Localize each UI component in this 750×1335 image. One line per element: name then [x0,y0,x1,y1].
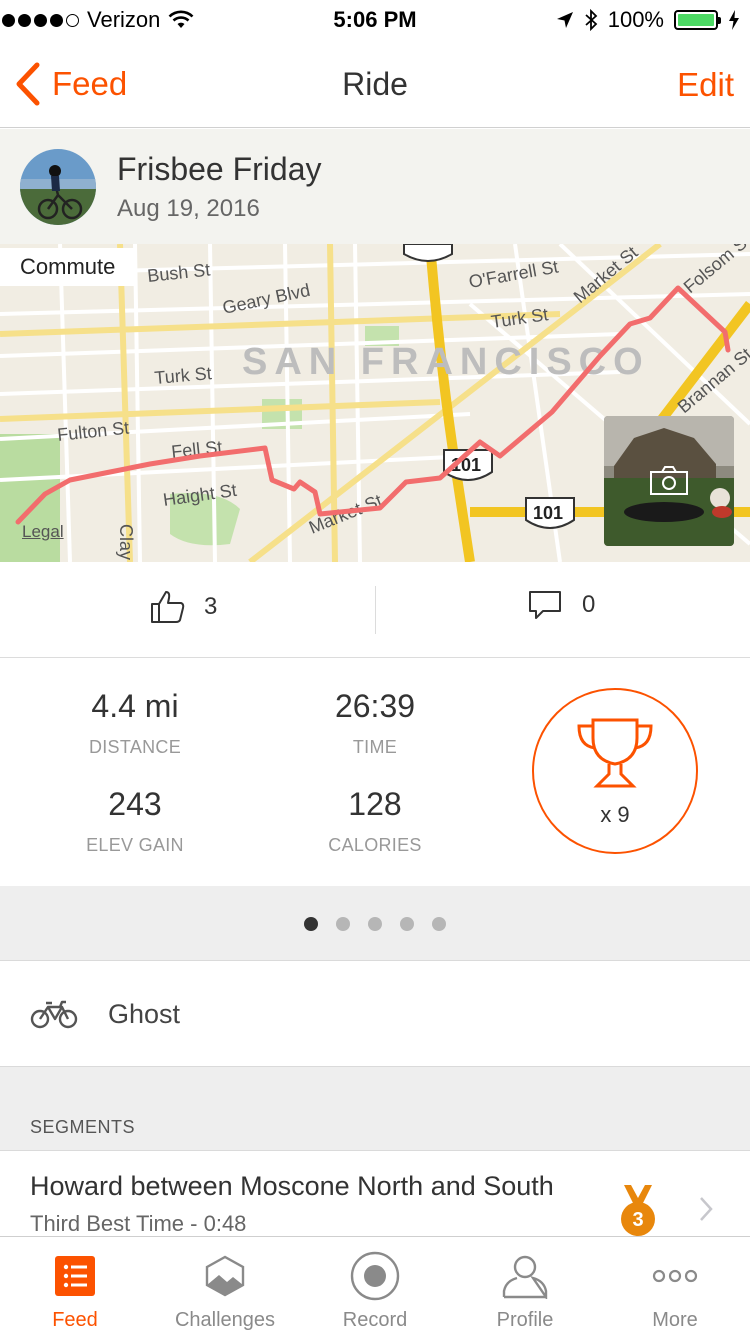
kudos-count: 3 [204,593,218,620]
page-dot[interactable] [400,917,414,931]
achievement-count: x 9 [600,802,630,827]
tab-record[interactable]: Record [300,1237,450,1335]
svg-text:Turk St: Turk St [490,304,550,332]
tab-feed[interactable]: Feed [0,1237,150,1335]
profile-icon [450,1251,600,1301]
stat-distance: 4.4 mi DISTANCE [15,688,255,758]
route-map[interactable]: SAN FRANCISCO Bush St Geary Blvd O'Farre… [0,244,750,562]
medal-rank: 3 [632,1209,643,1231]
thumbs-up-icon [151,591,185,623]
svg-text:Geary Blvd: Geary Blvd [221,280,312,318]
elevation-value: 243 [108,786,162,822]
map-legal-link[interactable]: Legal [22,522,64,542]
page-dot[interactable] [432,917,446,931]
edit-button[interactable]: Edit [677,66,734,104]
commute-tag: Commute [0,248,136,286]
bicycle-icon [30,1000,78,1029]
athlete-avatar[interactable] [20,149,96,225]
stat-calories: 128 CALORIES [255,786,495,856]
distance-label: DISTANCE [88,737,182,757]
svg-text:Folsom St: Folsom St [680,244,750,297]
svg-text:SAN FRANCISCO: SAN FRANCISCO [242,341,650,383]
page-title: Ride [342,66,408,102]
svg-text:Bush St: Bush St [146,259,211,285]
avatar-photo [20,149,96,225]
stat-elevation: 243 ELEV GAIN [15,786,255,856]
divider [375,586,376,634]
tab-label: Record [342,1309,408,1331]
medal-icon: 3 [618,1185,658,1237]
activity-date: Aug 19, 2016 [117,195,260,222]
tab-profile[interactable]: Profile [450,1237,600,1335]
bluetooth-icon [585,8,598,32]
record-icon [300,1251,450,1301]
tab-label: More [652,1309,698,1331]
tab-label: Feed [52,1309,98,1331]
tab-more[interactable]: More [600,1237,750,1335]
charging-icon [729,10,739,30]
svg-text:Clay: Clay [116,524,136,560]
segments-title: SEGMENTS [30,1117,136,1137]
battery-icon [674,10,721,30]
chevron-right-icon [700,1197,713,1221]
distance-value: 4.4 mi [91,688,179,724]
page-dot[interactable] [368,917,382,931]
segment-name: Howard between Moscone North and South [30,1171,554,1201]
achievements-button[interactable]: x 9 [532,688,698,854]
battery-percent: 100% [607,7,664,32]
ghost-row[interactable]: Ghost [0,961,750,1067]
page-indicator[interactable] [0,917,750,931]
stats-pager [0,886,750,961]
segment-row[interactable]: Howard between Moscone North and South T… [0,1151,750,1237]
page-dot[interactable] [336,917,350,931]
tab-label: Challenges [174,1309,276,1331]
kudos-button[interactable]: 3 [150,590,217,624]
feed-icon [0,1251,150,1301]
tab-label: Profile [496,1309,554,1331]
calories-label: CALORIES [328,835,422,855]
status-right: 100% [556,7,740,33]
ghost-label: Ghost [108,999,181,1029]
nav-bar: Feed Ride Edit [0,40,750,128]
tab-challenges[interactable]: Challenges [150,1237,300,1335]
activity-stats: 4.4 mi DISTANCE 26:39 TIME 243 ELEV GAIN… [0,658,750,886]
activity-photo-thumbnail[interactable] [604,416,734,546]
svg-text:101: 101 [533,503,563,523]
camera-icon [650,466,688,495]
comments-button[interactable]: 0 [528,590,595,620]
status-bar: Verizon 5:06 PM 100% [0,0,750,40]
location-arrow-icon [556,12,573,28]
segments-header: SEGMENTS [0,1067,750,1151]
activity-header: Frisbee Friday Aug 19, 2016 [0,129,750,244]
tab-bar: Feed Challenges Record Profile More [0,1236,750,1334]
more-icon [600,1251,750,1301]
segment-result: Third Best Time - 0:48 [30,1211,247,1236]
activity-name: Frisbee Friday [117,151,322,187]
comment-count: 0 [582,591,596,618]
social-row: 3 0 [0,562,750,658]
time-value: 26:39 [334,688,416,724]
comment-icon [529,591,561,619]
challenges-icon [150,1251,300,1301]
trophy-icon [577,718,653,788]
elevation-label: ELEV GAIN [86,835,184,855]
stat-time: 26:39 TIME [255,688,495,758]
calories-value: 128 [348,786,402,822]
page-dot[interactable] [304,917,318,931]
time-label: TIME [352,737,398,757]
svg-text:Turk St: Turk St [154,363,213,388]
